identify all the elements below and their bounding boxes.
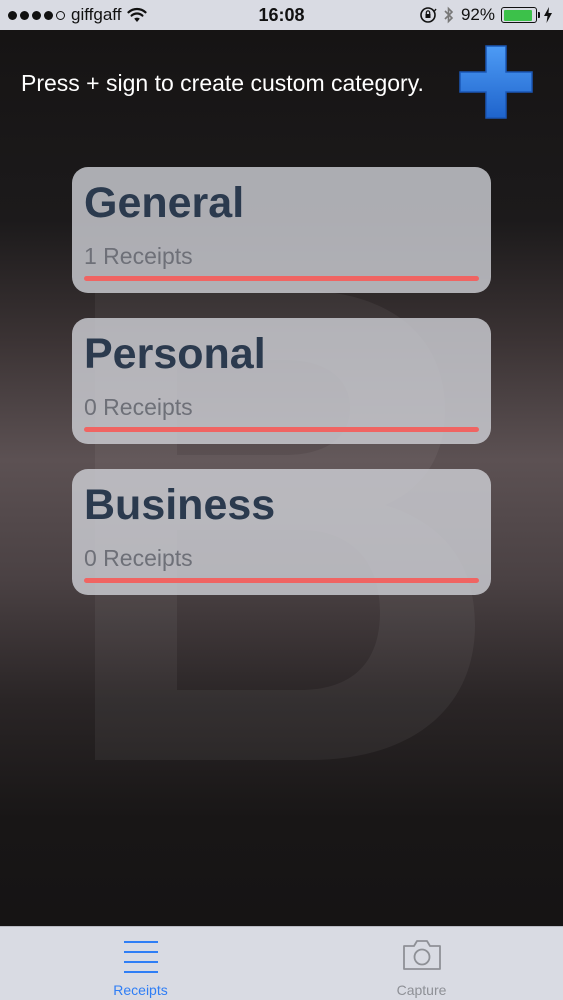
tab-capture[interactable]: Capture bbox=[281, 927, 562, 1000]
tab-capture-label: Capture bbox=[396, 982, 447, 998]
battery-level bbox=[503, 9, 533, 21]
bluetooth-icon bbox=[444, 6, 454, 24]
plus-icon bbox=[459, 45, 533, 119]
charging-bolt-icon bbox=[544, 7, 552, 23]
add-category-button[interactable] bbox=[458, 44, 534, 120]
category-card-business[interactable]: Business 0 Receipts bbox=[72, 469, 491, 595]
status-bar: giffgaff 16:08 92% bbox=[0, 0, 563, 30]
tab-receipts[interactable]: Receipts bbox=[0, 927, 281, 1000]
category-underline bbox=[84, 427, 479, 432]
list-icon bbox=[123, 941, 158, 973]
status-bar-right: 92% bbox=[419, 0, 553, 30]
category-receipt-count: 0 Receipts bbox=[84, 394, 193, 420]
battery-percent: 92% bbox=[460, 5, 495, 24]
tab-receipts-label: Receipts bbox=[113, 982, 168, 998]
category-card-personal[interactable]: Personal 0 Receipts bbox=[72, 318, 491, 444]
category-receipt-count: 0 Receipts bbox=[84, 545, 193, 571]
create-category-hint: Press + sign to create custom category. bbox=[21, 70, 424, 96]
battery-icon bbox=[501, 7, 540, 23]
category-receipt-count: 1 Receipts bbox=[84, 243, 193, 269]
category-title: Business bbox=[84, 481, 276, 529]
app-screen: giffgaff 16:08 92% Press + sign to creat… bbox=[0, 0, 563, 1000]
category-title: General bbox=[84, 179, 245, 227]
tab-bar: Receipts Capture bbox=[0, 926, 563, 1000]
category-underline bbox=[84, 276, 479, 281]
category-underline bbox=[84, 578, 479, 583]
camera-icon bbox=[402, 940, 441, 970]
orientation-lock-icon bbox=[420, 7, 437, 23]
category-card-general[interactable]: General 1 Receipts bbox=[72, 167, 491, 293]
category-title: Personal bbox=[84, 330, 266, 378]
